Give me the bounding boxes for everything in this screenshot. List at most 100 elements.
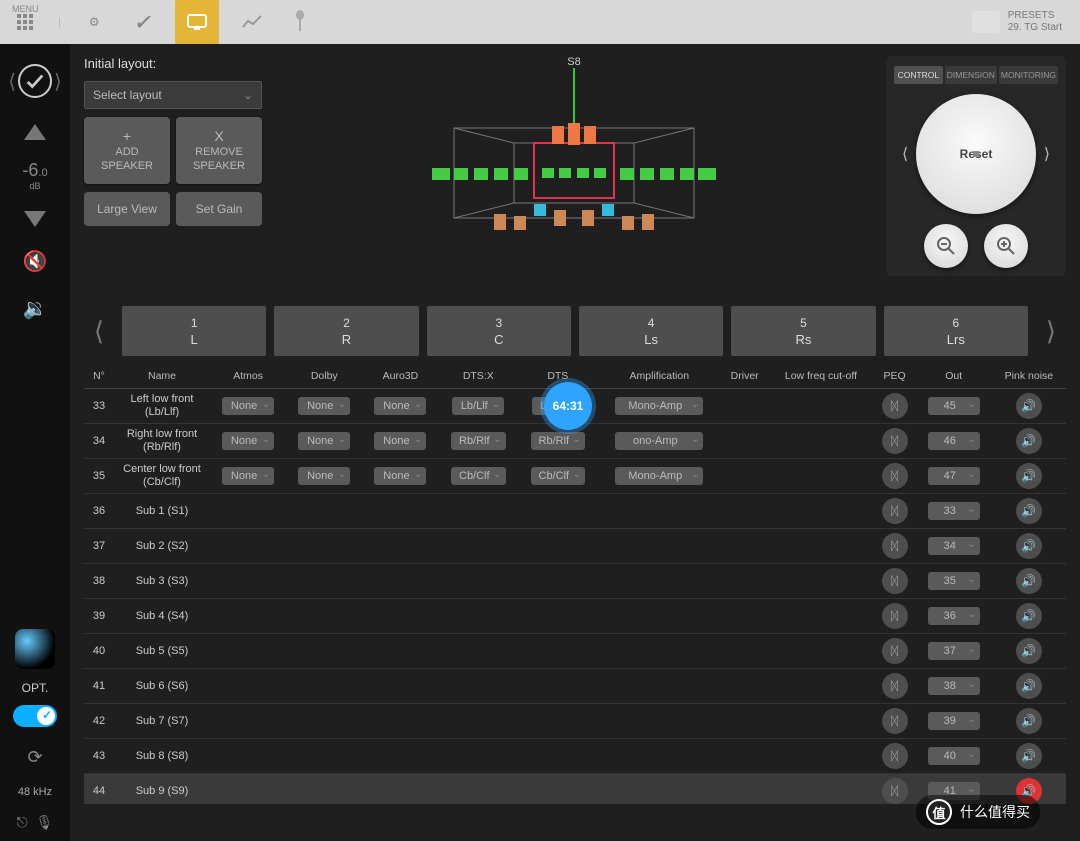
dropdown[interactable]: 34 (928, 537, 980, 555)
mic-icon[interactable] (285, 7, 315, 37)
pink-noise-button[interactable]: 🔊 (1016, 533, 1042, 559)
dropdown[interactable]: None (298, 467, 350, 485)
pink-noise-button[interactable]: 🔊 (1016, 568, 1042, 594)
dropdown[interactable]: None (298, 397, 350, 415)
check-circle-icon[interactable] (18, 64, 52, 98)
pink-noise-button[interactable]: 🔊 (1016, 603, 1042, 629)
peq-button[interactable]: ᛞ (882, 778, 908, 804)
zoom-in-button[interactable] (984, 224, 1028, 268)
large-view-button[interactable]: Large View (84, 192, 170, 226)
check-icon[interactable]: ✓ (127, 7, 157, 37)
channels-next-button[interactable]: ⟩ (1036, 316, 1066, 347)
dropdown[interactable]: Cb/Clf (531, 467, 586, 485)
peq-button[interactable]: ᛞ (882, 708, 908, 734)
table-row[interactable]: 40Sub 5 (S5)ᛞ37🔊 (84, 634, 1066, 669)
opt-toggle[interactable]: ✓ (13, 705, 57, 727)
dropdown[interactable]: Mono-Amp (615, 467, 703, 485)
channels-prev-button[interactable]: ⟨ (84, 316, 114, 347)
chevron-right-icon[interactable]: ⟩ (54, 69, 62, 94)
pink-noise-button[interactable]: 🔊 (1016, 638, 1042, 664)
pink-noise-button[interactable]: 🔊 (1016, 428, 1042, 454)
peq-button[interactable]: ᛞ (882, 568, 908, 594)
table-row[interactable]: 41Sub 6 (S6)ᛞ38🔊 (84, 669, 1066, 704)
pink-noise-button[interactable]: 🔊 (1016, 393, 1042, 419)
dropdown[interactable]: 45 (928, 397, 980, 415)
dropdown[interactable]: Lb/Llf (452, 397, 504, 415)
channel-button-Ls[interactable]: 4Ls (579, 306, 723, 356)
dropdown[interactable]: None (374, 432, 426, 450)
select-layout-dropdown[interactable]: Select layout⌄ (84, 81, 262, 109)
channel-button-C[interactable]: 3C (427, 306, 571, 356)
peq-button[interactable]: ᛞ (882, 743, 908, 769)
screen-icon[interactable] (175, 0, 219, 44)
dropdown[interactable]: 46 (928, 432, 980, 450)
dropdown[interactable]: None (222, 467, 274, 485)
tab-control[interactable]: CONTROL (894, 66, 943, 84)
chart-icon[interactable] (237, 7, 267, 37)
wifi-icon[interactable]: ⎋ (17, 814, 28, 831)
mic2-icon[interactable]: 🎙 (36, 814, 54, 831)
pink-noise-button[interactable]: 🔊 (1016, 498, 1042, 524)
add-speaker-button[interactable]: +ADD SPEAKER (84, 117, 170, 184)
rotate-left-icon[interactable]: ⟨ (902, 144, 908, 164)
room-visualization[interactable]: S8 (272, 56, 876, 276)
rotate-right-icon[interactable]: ⟩ (1044, 144, 1050, 164)
probe-icon[interactable] (15, 629, 55, 669)
pink-noise-button[interactable]: 🔊 (1016, 743, 1042, 769)
peq-button[interactable]: ᛞ (882, 428, 908, 454)
speaker-table[interactable]: N°NameAtmosDolbyAuro3DDTS:XDTSAmplificat… (84, 364, 1066, 804)
dropdown[interactable]: Rb/Rlf (531, 432, 586, 450)
volume-down-icon[interactable] (24, 211, 46, 227)
peq-button[interactable]: ᛞ (882, 498, 908, 524)
dropdown[interactable]: 38 (928, 677, 980, 695)
pink-noise-button[interactable]: 🔊 (1016, 463, 1042, 489)
dropdown[interactable]: Mono-Amp (615, 397, 703, 415)
dropdown[interactable]: Cb/Clf (451, 467, 506, 485)
table-row[interactable]: 44Sub 9 (S9)ᛞ41🔊 (84, 774, 1066, 805)
table-row[interactable]: 39Sub 4 (S4)ᛞ36🔊 (84, 599, 1066, 634)
dropdown[interactable]: 47 (928, 467, 980, 485)
table-row[interactable]: 43Sub 8 (S8)ᛞ40🔊 (84, 739, 1066, 774)
peq-button[interactable]: ᛞ (882, 638, 908, 664)
table-row[interactable]: 37Sub 2 (S2)ᛞ34🔊 (84, 529, 1066, 564)
dropdown[interactable]: 36 (928, 607, 980, 625)
volume-up-icon[interactable] (24, 124, 46, 140)
dropdown[interactable]: None (374, 467, 426, 485)
channel-button-Lrs[interactable]: 6Lrs (884, 306, 1028, 356)
dropdown[interactable]: ono-Amp (615, 432, 703, 450)
tab-monitoring[interactable]: MONITORING (999, 66, 1058, 84)
reset-button[interactable]: Reset (916, 94, 1036, 214)
table-row[interactable]: 38Sub 3 (S3)ᛞ35🔊 (84, 564, 1066, 599)
dropdown[interactable]: 40 (928, 747, 980, 765)
channel-button-Rs[interactable]: 5Rs (731, 306, 875, 356)
dropdown[interactable]: None (298, 432, 350, 450)
dropdown[interactable]: 37 (928, 642, 980, 660)
dropdown[interactable]: None (222, 397, 274, 415)
dropdown[interactable]: 33 (928, 502, 980, 520)
dropdown[interactable]: 35 (928, 572, 980, 590)
dropdown[interactable]: Rb/Rlf (451, 432, 506, 450)
mute-icon[interactable]: 🔇 (23, 249, 48, 274)
pink-noise-button[interactable]: 🔊 (1016, 673, 1042, 699)
refresh-icon[interactable]: ⟳ (27, 747, 42, 768)
dropdown[interactable]: None (222, 432, 274, 450)
peq-button[interactable]: ᛞ (882, 463, 908, 489)
table-row[interactable]: 42Sub 7 (S7)ᛞ39🔊 (84, 704, 1066, 739)
peq-button[interactable]: ᛞ (882, 673, 908, 699)
dropdown[interactable]: 39 (928, 712, 980, 730)
peq-button[interactable]: ᛞ (882, 533, 908, 559)
remove-speaker-button[interactable]: XREMOVE SPEAKER (176, 117, 262, 184)
set-gain-button[interactable]: Set Gain (176, 192, 262, 226)
table-row[interactable]: 36Sub 1 (S1)ᛞ33🔊 (84, 494, 1066, 529)
peq-button[interactable]: ᛞ (882, 393, 908, 419)
tab-dimension[interactable]: DIMENSION (945, 66, 997, 84)
pink-noise-button[interactable]: 🔊 (1016, 708, 1042, 734)
gear-icon[interactable]: ⚙ (79, 7, 109, 37)
channel-button-L[interactable]: 1L (122, 306, 266, 356)
zoom-out-button[interactable] (924, 224, 968, 268)
dim-icon[interactable]: 🔉 (23, 296, 48, 321)
dropdown[interactable]: None (374, 397, 426, 415)
channel-button-R[interactable]: 2R (274, 306, 418, 356)
peq-button[interactable]: ᛞ (882, 603, 908, 629)
chevron-left-icon[interactable]: ⟨ (8, 69, 16, 94)
